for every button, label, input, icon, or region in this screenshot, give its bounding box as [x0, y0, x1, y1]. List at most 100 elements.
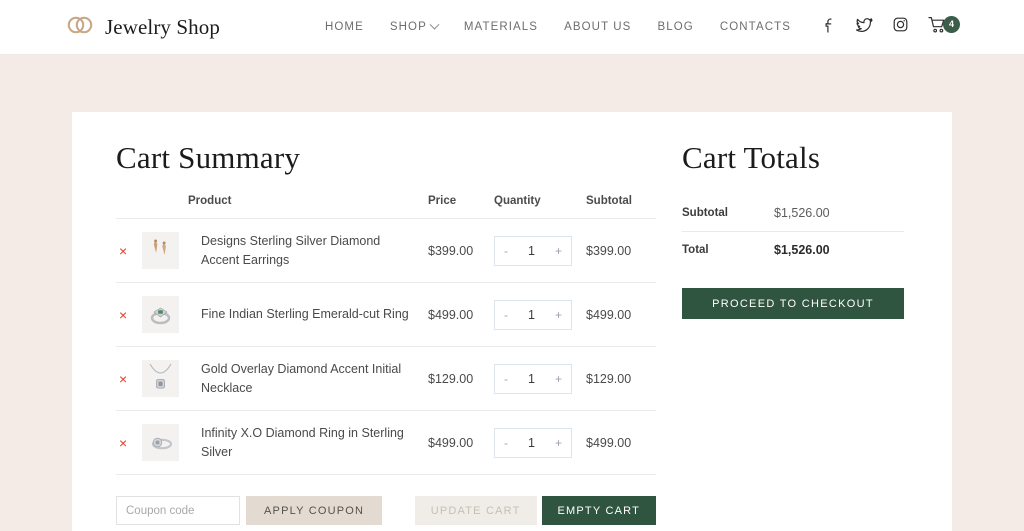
- cart-summary-title: Cart Summary: [116, 140, 301, 175]
- quantity-increase-button[interactable]: +: [553, 245, 564, 257]
- column-remove: [116, 195, 142, 219]
- remove-item-button[interactable]: ×: [116, 242, 130, 260]
- cell-subtotal: $499.00: [586, 410, 656, 475]
- cell-remove: ×: [116, 282, 142, 347]
- total-value: $1,526.00: [774, 243, 830, 257]
- cell-remove: ×: [116, 410, 142, 475]
- cart-summary-section: Cart Summary Product Price Quantity Subt…: [94, 140, 656, 525]
- remove-item-button[interactable]: ×: [116, 306, 130, 324]
- cart-card: Cart Summary Product Price Quantity Subt…: [72, 112, 952, 531]
- table-row: ×: [116, 346, 656, 411]
- cart-totals-body: Subtotal $1,526.00 Total $1,526.00: [682, 195, 904, 268]
- column-thumbnail: [142, 195, 188, 219]
- cart-table-header-row: Product Price Quantity Subtotal: [116, 195, 656, 219]
- cell-price: $499.00: [428, 410, 494, 475]
- cell-thumbnail: [142, 410, 188, 475]
- quantity-increase-button[interactable]: +: [553, 309, 564, 321]
- quantity-value: 1: [528, 435, 535, 450]
- totals-row-subtotal: Subtotal $1,526.00: [682, 195, 904, 232]
- cell-quantity: - 1 +: [494, 282, 586, 347]
- main-navigation: HOME SHOP MATERIALS ABOUT US BLOG CONTAC…: [325, 19, 791, 33]
- twitter-icon[interactable]: [855, 17, 873, 38]
- nav-item-about-us[interactable]: ABOUT US: [564, 21, 631, 33]
- cart-actions-row: Apply Coupon Update Cart Empty Cart: [116, 496, 656, 525]
- table-row: ×: [116, 282, 656, 347]
- quantity-value: 1: [528, 307, 535, 322]
- infinity-ring-thumbnail[interactable]: [142, 424, 179, 461]
- column-subtotal: Subtotal: [586, 195, 656, 219]
- proceed-to-checkout-button[interactable]: Proceed to Checkout: [682, 288, 904, 319]
- cell-subtotal: $499.00: [586, 282, 656, 347]
- update-cart-button[interactable]: Update Cart: [414, 496, 537, 525]
- earrings-thumbnail[interactable]: [142, 232, 179, 269]
- quantity-stepper[interactable]: - 1 +: [494, 427, 572, 458]
- cell-product-name: Infinity X.O Diamond Ring in Sterling Si…: [188, 410, 428, 475]
- cart-totals-section: Cart Totals Subtotal $1,526.00 Total $1,…: [682, 140, 904, 525]
- cell-quantity: - 1 +: [494, 346, 586, 411]
- cart-badge-count: 4: [943, 15, 960, 33]
- cell-thumbnail: [142, 346, 188, 411]
- product-link[interactable]: Fine Indian Sterling Emerald-cut Ring: [201, 307, 409, 321]
- nav-label: SHOP: [389, 21, 427, 33]
- cell-product-name: Fine Indian Sterling Emerald-cut Ring: [188, 282, 428, 347]
- apply-coupon-button[interactable]: Apply Coupon: [246, 496, 383, 525]
- quantity-stepper[interactable]: - 1 +: [494, 235, 572, 266]
- nav-item-contacts[interactable]: CONTACTS: [720, 21, 791, 33]
- cell-price: $399.00: [428, 218, 494, 283]
- quantity-increase-button[interactable]: +: [553, 373, 564, 385]
- header-actions: 4: [822, 15, 960, 39]
- quantity-value: 1: [528, 371, 535, 386]
- instagram-icon[interactable]: [893, 17, 908, 37]
- cell-quantity: - 1 +: [494, 410, 586, 475]
- nav-label: ABOUT US: [564, 21, 632, 33]
- total-label: Total: [682, 244, 709, 256]
- empty-cart-button[interactable]: Empty Cart: [541, 496, 656, 525]
- nav-label: HOME: [324, 21, 364, 33]
- column-product: Product: [188, 195, 428, 219]
- cell-subtotal: $129.00: [586, 346, 656, 411]
- cart-table-head: Product Price Quantity Subtotal: [116, 195, 656, 219]
- quantity-decrease-button[interactable]: -: [502, 373, 510, 385]
- cell-remove: ×: [116, 346, 142, 411]
- subtotal-value: $1,526.00: [774, 206, 830, 220]
- nav-item-shop[interactable]: SHOP: [389, 19, 440, 33]
- cart-button[interactable]: 4: [928, 15, 960, 39]
- site-header: Jewelry Shop HOME SHOP MATERIALS ABOUT U…: [0, 0, 1024, 55]
- quantity-stepper[interactable]: - 1 +: [494, 299, 572, 330]
- quantity-decrease-button[interactable]: -: [502, 245, 510, 257]
- table-row: ×: [116, 410, 656, 475]
- interlocking-rings-icon: [66, 15, 94, 40]
- emerald-ring-thumbnail[interactable]: [142, 296, 179, 333]
- facebook-icon[interactable]: [822, 17, 836, 38]
- cart-totals-table: Subtotal $1,526.00 Total $1,526.00: [682, 195, 904, 268]
- cell-remove: ×: [116, 218, 142, 283]
- subtotal-label: Subtotal: [682, 207, 728, 219]
- nav-item-home[interactable]: HOME: [325, 21, 364, 33]
- cell-product-name: Gold Overlay Diamond Accent Initial Neck…: [188, 346, 428, 411]
- brand-logo[interactable]: Jewelry Shop: [66, 15, 220, 40]
- nav-item-blog[interactable]: BLOG: [657, 21, 693, 33]
- cart-totals-title: Cart Totals: [682, 140, 821, 175]
- remove-item-button[interactable]: ×: [116, 370, 130, 388]
- quantity-increase-button[interactable]: +: [553, 437, 564, 449]
- quantity-stepper[interactable]: - 1 +: [494, 363, 572, 394]
- cell-quantity: - 1 +: [494, 218, 586, 283]
- remove-item-button[interactable]: ×: [116, 434, 130, 452]
- brand-name: Jewelry Shop: [105, 14, 220, 39]
- column-quantity: Quantity: [494, 195, 586, 219]
- product-link[interactable]: Gold Overlay Diamond Accent Initial Neck…: [201, 362, 401, 394]
- product-link[interactable]: Designs Sterling Silver Diamond Accent E…: [201, 234, 380, 266]
- quantity-value: 1: [528, 243, 535, 258]
- cell-price: $129.00: [428, 346, 494, 411]
- necklace-thumbnail[interactable]: [142, 360, 179, 397]
- quantity-decrease-button[interactable]: -: [502, 309, 510, 321]
- cell-thumbnail: [142, 218, 188, 283]
- nav-item-materials[interactable]: MATERIALS: [464, 21, 538, 33]
- nav-label: CONTACTS: [719, 21, 792, 33]
- product-link[interactable]: Infinity X.O Diamond Ring in Sterling Si…: [201, 426, 404, 458]
- quantity-decrease-button[interactable]: -: [502, 437, 510, 449]
- page-body: Cart Summary Product Price Quantity Subt…: [0, 55, 1024, 531]
- cell-product-name: Designs Sterling Silver Diamond Accent E…: [188, 218, 428, 283]
- cart-table-body: × Designs Sterling Silver Diamond Accent…: [116, 218, 656, 475]
- coupon-code-input[interactable]: [116, 496, 240, 525]
